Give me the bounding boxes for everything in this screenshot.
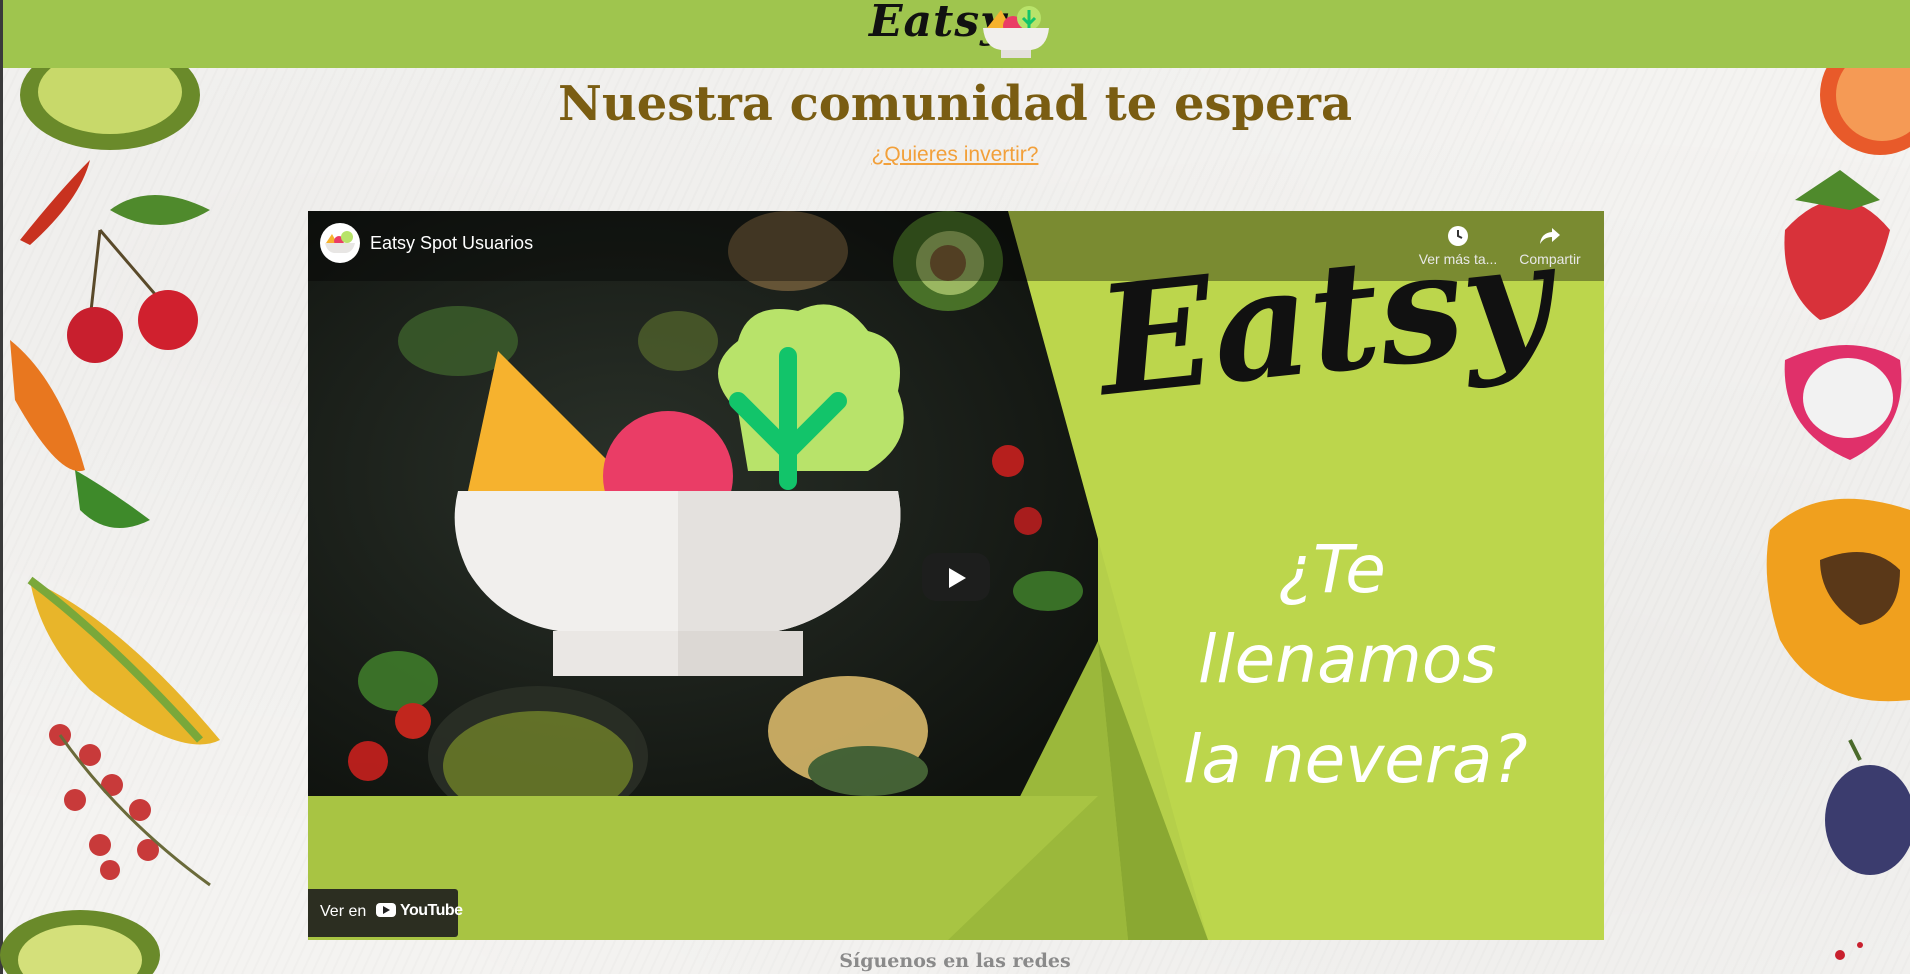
thumbnail-line-1: ¿Te	[1278, 531, 1386, 608]
thumbnail-line-2: llenamos	[1198, 621, 1497, 698]
invest-link-row: ¿Quieres invertir?	[0, 143, 1910, 167]
youtube-wordmark: YouTube	[400, 902, 463, 919]
share-icon	[1540, 228, 1560, 244]
share-button[interactable]: Compartir	[1510, 225, 1590, 267]
video-title[interactable]: Eatsy Spot Usuarios	[370, 233, 533, 254]
salad-bowl-icon	[983, 6, 1049, 58]
share-label: Compartir	[1519, 251, 1581, 267]
watch-later-label: Ver más ta...	[1418, 251, 1498, 267]
top-header: Eatsy	[3, 0, 1910, 68]
page-title: Nuestra comunidad te espera	[557, 76, 1353, 132]
invest-link[interactable]: ¿Quieres invertir?	[872, 143, 1039, 166]
clock-icon	[1448, 226, 1468, 246]
thumbnail-line-3: la nevera?	[1183, 721, 1528, 798]
watch-on-youtube-button[interactable]: Ver en YouTube	[308, 889, 463, 937]
brand-logo[interactable]: Eatsy	[869, 0, 1049, 68]
watch-on-label: Ver en	[320, 903, 367, 920]
social-heading: Síguenos en las redes	[839, 950, 1071, 972]
watch-later-button[interactable]: Ver más ta...	[1418, 225, 1498, 267]
youtube-icon	[376, 903, 396, 917]
youtube-embed[interactable]: Eatsy ¿Te llenamos la nevera? Eatsy Spot…	[308, 211, 1604, 940]
play-button[interactable]	[922, 553, 990, 601]
salad-bowl-icon	[325, 231, 355, 253]
channel-avatar[interactable]	[320, 223, 360, 263]
